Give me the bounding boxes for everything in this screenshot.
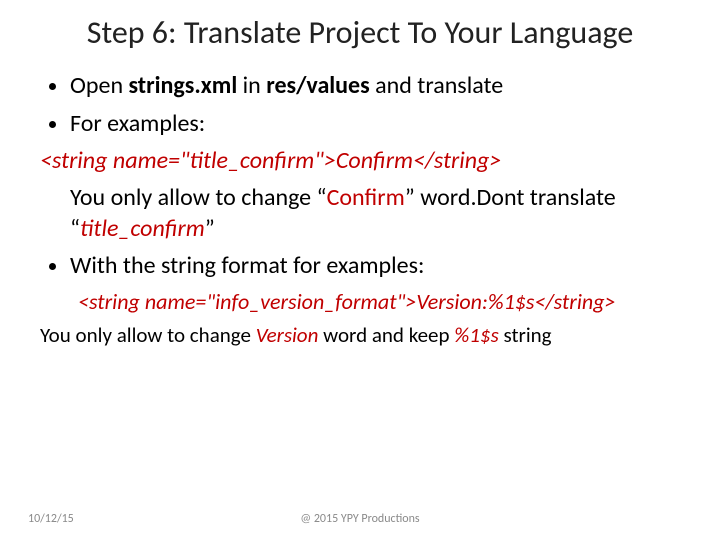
text: string [499, 322, 552, 348]
footer-date: 10/12/15 [28, 512, 74, 526]
code-example-1: <string name="title_confirm">Confirm</st… [40, 145, 680, 176]
token-format: %1$s [454, 322, 498, 348]
path-res-values: res/values [266, 71, 370, 100]
text: Open [70, 71, 128, 100]
slide: Step 6: Translate Project To Your Langua… [0, 0, 720, 540]
bullet-string-format: With the string format for examples: [70, 250, 680, 281]
text: in [237, 71, 266, 100]
text: You only allow to change [40, 322, 256, 348]
filename-strings: strings.xml [128, 71, 237, 100]
note-confirm: You only allow to change “Confirm” word.… [40, 182, 680, 244]
note-version: You only allow to change Version word an… [40, 322, 680, 349]
text: and translate [370, 71, 503, 100]
slide-body: Open strings.xml in res/values and trans… [0, 52, 720, 349]
text: word and keep [318, 322, 454, 348]
code-example-2: <string name="info_version_format">Versi… [40, 288, 680, 317]
footer: 10/12/15 @ 2015 YPY Productions [0, 512, 720, 526]
bullet-for-examples: For examples: [70, 108, 680, 139]
slide-title: Step 6: Translate Project To Your Langua… [0, 0, 720, 52]
word-confirm: Confirm [327, 183, 405, 212]
word-version: Version [256, 322, 319, 348]
attr-title-confirm: title_confirm [80, 214, 205, 243]
footer-copyright: @ 2015 YPY Productions [0, 512, 720, 526]
text: ” [205, 214, 215, 243]
text: You only allow to change “ [70, 183, 327, 212]
bullet-open-strings: Open strings.xml in res/values and trans… [70, 70, 680, 101]
